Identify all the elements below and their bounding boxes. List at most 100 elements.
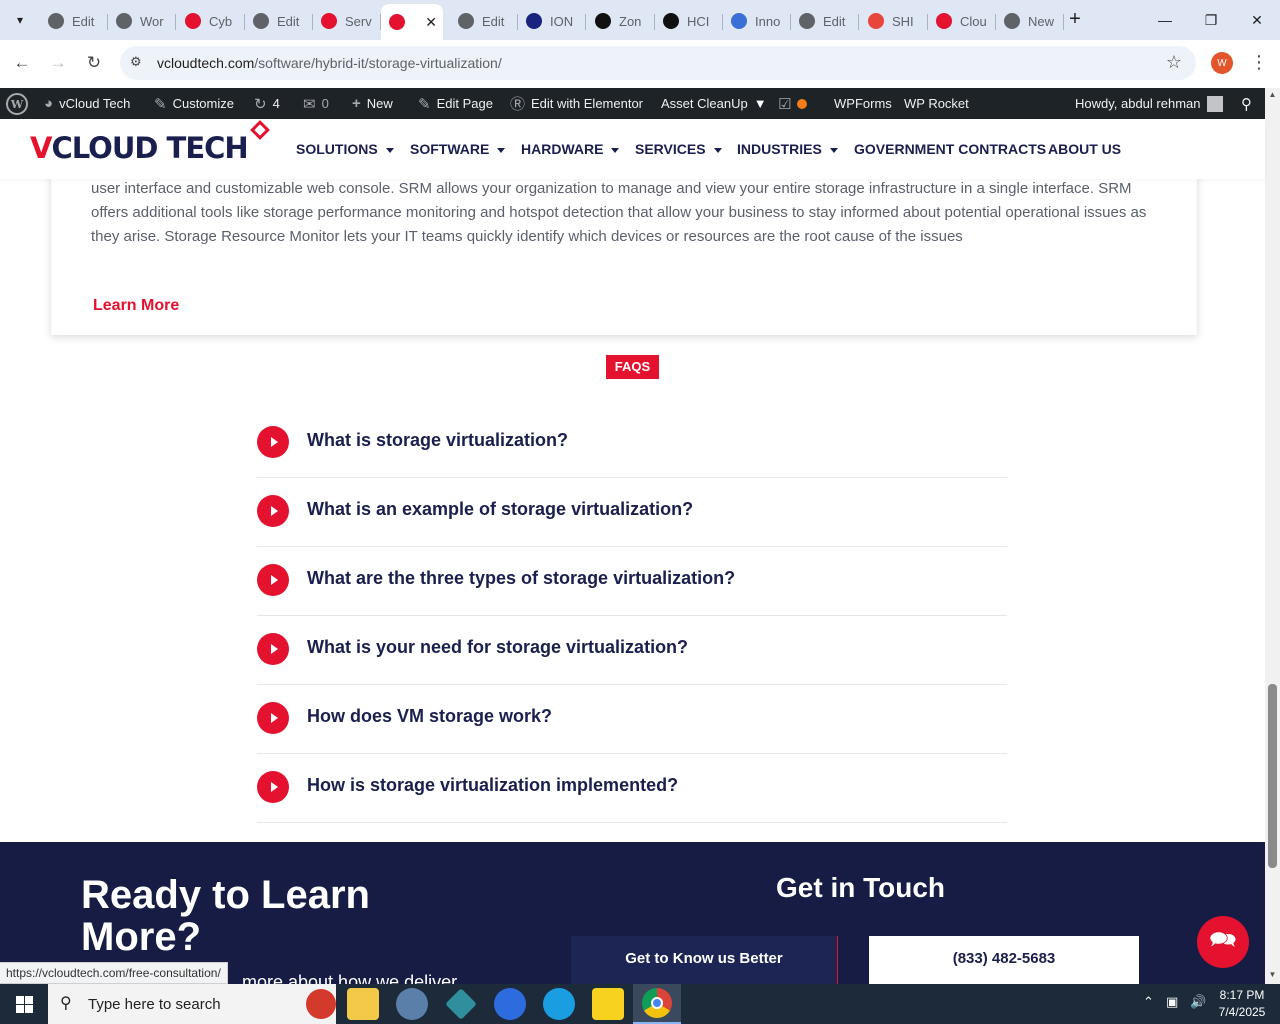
admin-elementor-link[interactable]: Ⓡ Edit with Elementor — [510, 88, 643, 119]
browser-menu-icon[interactable]: ⋮ — [1250, 52, 1268, 73]
back-button[interactable]: ← — [8, 49, 36, 77]
browser-tab[interactable]: Wor — [108, 6, 176, 36]
browser-tab[interactable]: Edit — [40, 6, 108, 36]
play-arrow-icon[interactable] — [257, 495, 289, 527]
play-arrow-icon[interactable] — [257, 771, 289, 803]
taskbar-search[interactable]: ⚲ Type here to search — [48, 984, 336, 1024]
new-tab-button[interactable]: + — [1064, 8, 1086, 30]
chevron-down-icon — [385, 147, 394, 153]
minimize-button[interactable]: — — [1142, 0, 1188, 40]
sticky-notes-icon[interactable] — [592, 988, 624, 1020]
edge-icon[interactable] — [543, 988, 575, 1020]
admin-new-link[interactable]: + New — [352, 88, 393, 119]
vcloud-icon — [185, 13, 201, 29]
phone-button[interactable]: (833) 482-5683 — [869, 936, 1139, 984]
browser-tab[interactable]: Edit — [450, 6, 518, 36]
address-bar[interactable]: ⚙ vcloudtech.com/software/hybrid-it/stor… — [120, 46, 1196, 80]
chrome-taskbar-active[interactable] — [633, 984, 681, 1024]
faq-item[interactable]: What is your need for storage virtualiza… — [257, 616, 1007, 685]
faq-question[interactable]: What is your need for storage virtualiza… — [307, 637, 688, 658]
scroll-up-arrow[interactable]: ▲ — [1268, 90, 1277, 99]
faq-item[interactable]: What are the three types of storage virt… — [257, 547, 1007, 616]
z-icon — [595, 13, 611, 29]
faq-question[interactable]: What is an example of storage virtualiza… — [307, 499, 693, 520]
browser-tab[interactable]: Serv — [313, 6, 381, 36]
faq-question[interactable]: How does VM storage work? — [307, 706, 552, 727]
file-explorer-icon[interactable] — [347, 988, 379, 1020]
nav-item-software[interactable]: SOFTWARE — [410, 141, 506, 157]
url-text[interactable]: vcloudtech.com/software/hybrid-it/storag… — [157, 55, 502, 71]
nav-item-services[interactable]: SERVICES — [635, 141, 722, 157]
start-button[interactable] — [0, 984, 48, 1024]
updates-icon: ↻ — [254, 95, 267, 113]
faq-item[interactable]: What is storage virtualization? — [257, 409, 1007, 478]
elementor-icon: Ⓡ — [510, 96, 526, 113]
tray-chevron-icon[interactable]: ⌃ — [1143, 994, 1154, 1010]
faq-question[interactable]: What are the three types of storage virt… — [307, 568, 735, 589]
browser-tab[interactable]: ✕ — [381, 4, 443, 40]
browser-tab[interactable]: New — [996, 6, 1064, 36]
admin-wpforms-link[interactable]: WPForms — [834, 88, 892, 119]
admin-asset-cleanup-link[interactable]: Asset CleanUp ▼ — [661, 88, 767, 119]
browser-tab[interactable]: Edit — [791, 6, 859, 36]
browser-tab[interactable]: Clou — [928, 6, 996, 36]
scrollbar-thumb[interactable] — [1268, 684, 1277, 868]
admin-wprocket-link[interactable]: WP Rocket — [904, 88, 969, 119]
volume-icon[interactable]: 🔊 — [1190, 994, 1206, 1010]
learn-more-link[interactable]: Learn More — [93, 297, 179, 315]
browser-tab[interactable]: SHI — [860, 6, 928, 36]
browser-tab[interactable]: Edit — [245, 6, 313, 36]
tab-separator — [585, 14, 586, 30]
faq-item[interactable]: How is storage virtualization implemente… — [257, 754, 1007, 823]
faq-question[interactable]: How is storage virtualization implemente… — [307, 775, 678, 796]
forward-button[interactable]: → — [44, 49, 72, 77]
app-launcher-icon[interactable] — [396, 988, 428, 1020]
nav-item-government-contracts[interactable]: GOVERNMENT CONTRACTS — [854, 141, 1046, 157]
app-diamond-icon[interactable] — [445, 988, 477, 1020]
close-window-button[interactable]: ✕ — [1234, 0, 1280, 40]
network-icon[interactable]: ▣ — [1166, 994, 1178, 1010]
zoom-icon[interactable] — [494, 988, 526, 1020]
tab-search-button[interactable]: ▾ — [6, 6, 34, 34]
card-description: user interface and customizable web cons… — [91, 180, 1147, 245]
nav-item-industries[interactable]: INDUSTRIES — [737, 141, 838, 157]
browser-tab[interactable]: HCI — [655, 6, 723, 36]
browser-tab[interactable]: Cyb — [177, 6, 245, 36]
restore-button[interactable]: ❐ — [1188, 0, 1234, 40]
admin-yoast-link[interactable]: ☑ — [778, 88, 808, 119]
bookmark-star-icon[interactable]: ☆ — [1166, 52, 1182, 73]
admin-updates-link[interactable]: ↻ 4 — [254, 88, 280, 119]
chat-widget-button[interactable]: 🗪 — [1197, 916, 1249, 968]
faq-item[interactable]: How does VM storage work? — [257, 685, 1007, 754]
get-to-know-button[interactable]: Get to Know us Better — [571, 936, 838, 984]
wordpress-logo-icon[interactable]: W — [6, 88, 28, 119]
browser-tab[interactable]: ION — [518, 6, 586, 36]
browser-tab[interactable]: Zon — [587, 6, 655, 36]
admin-site-link[interactable]: ◕ vCloud Tech — [44, 88, 130, 119]
profile-avatar[interactable]: W — [1211, 52, 1233, 74]
faq-question[interactable]: What is storage virtualization? — [307, 430, 568, 451]
admin-edit-page-link[interactable]: ✎ Edit Page — [418, 88, 493, 119]
chat-bubble-icon: 🗪 — [1209, 927, 1237, 952]
page-scrollbar[interactable]: ▲ ▼ — [1265, 88, 1280, 984]
taskbar-clock[interactable]: 8:17 PM 7/4/2025 — [1212, 987, 1272, 1021]
nav-item-hardware[interactable]: HARDWARE — [521, 141, 620, 157]
faq-item[interactable]: What is an example of storage virtualiza… — [257, 478, 1007, 547]
admin-customize-link[interactable]: ✎ Customize — [154, 88, 234, 119]
admin-comments-link[interactable]: ✉ 0 — [303, 88, 329, 119]
nav-item-about-us[interactable]: ABOUT US — [1048, 141, 1121, 157]
site-info-icon[interactable]: ⚙ — [130, 54, 146, 70]
play-arrow-icon[interactable] — [257, 564, 289, 596]
tab-label: SHI — [892, 13, 914, 29]
play-arrow-icon[interactable] — [257, 426, 289, 458]
admin-search-icon[interactable]: ⚲ — [1241, 88, 1252, 119]
reload-button[interactable]: ↻ — [80, 49, 108, 77]
browser-tab[interactable]: Inno — [723, 6, 791, 36]
play-arrow-icon[interactable] — [257, 633, 289, 665]
tab-close-icon[interactable]: ✕ — [425, 14, 437, 31]
site-logo[interactable]: VCLOUD TECH — [30, 131, 249, 165]
play-arrow-icon[interactable] — [257, 702, 289, 734]
admin-howdy-user[interactable]: Howdy, abdul rehman — [1075, 88, 1223, 119]
scroll-down-arrow[interactable]: ▼ — [1268, 970, 1277, 979]
nav-item-solutions[interactable]: SOLUTIONS — [296, 141, 394, 157]
